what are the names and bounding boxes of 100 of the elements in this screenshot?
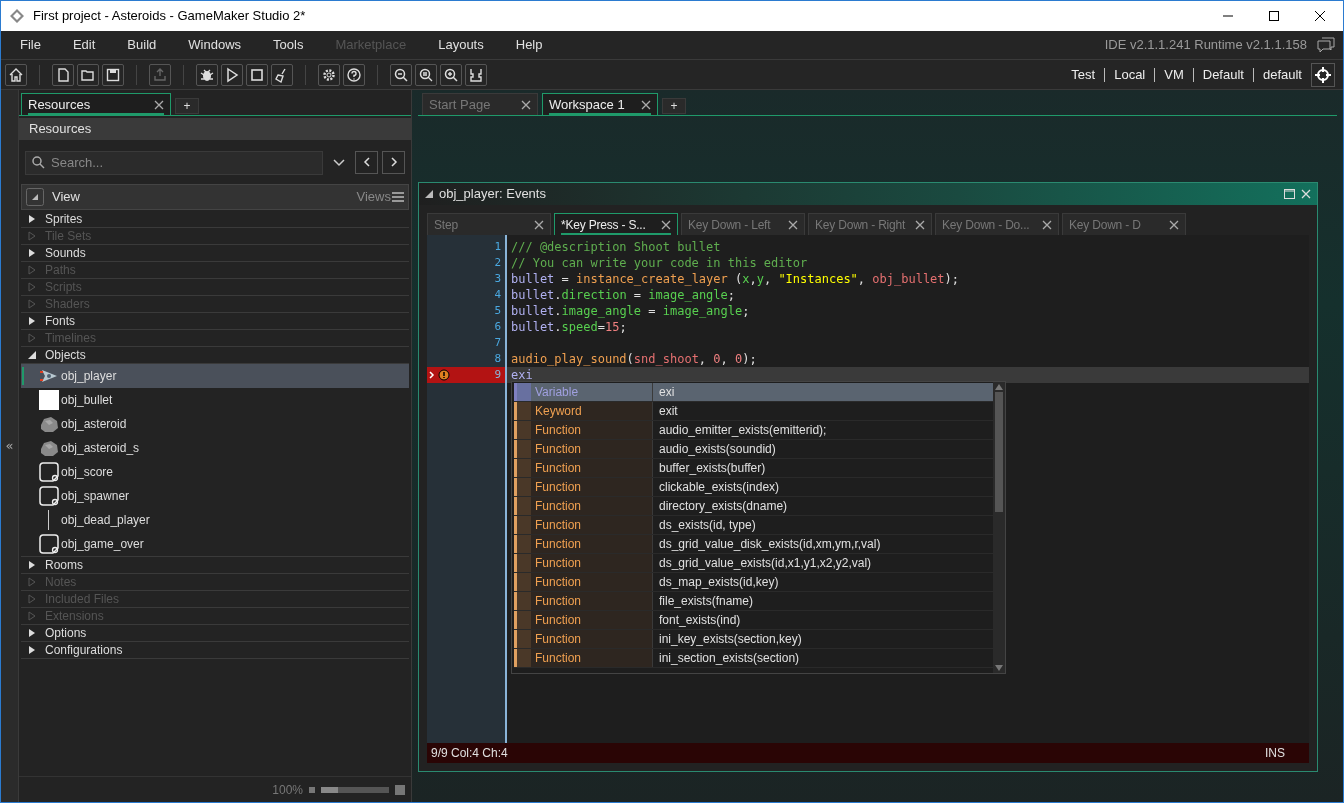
tree-item[interactable]: obj_asteroid: [21, 412, 409, 436]
tree-item[interactable]: Configurations: [21, 642, 409, 659]
line-number: 2: [494, 254, 501, 271]
tree-item[interactable]: obj_bullet: [21, 388, 409, 412]
stop-button[interactable]: [246, 63, 268, 86]
help-button[interactable]: [343, 63, 365, 86]
close-icon[interactable]: [915, 219, 925, 230]
view-label: View: [52, 188, 80, 207]
zoom-in-button[interactable]: [440, 63, 462, 86]
scroll-down-icon[interactable]: [995, 665, 1003, 671]
maximize-icon[interactable]: [1284, 189, 1295, 199]
search-icon: [32, 156, 45, 169]
views-label[interactable]: Views: [356, 187, 391, 207]
zoom-out-button[interactable]: [390, 63, 412, 86]
zoom-in-icon[interactable]: [395, 784, 405, 795]
tree-item[interactable]: obj_spawner: [21, 484, 409, 508]
chat-icon[interactable]: [1317, 37, 1335, 53]
back-button[interactable]: [355, 150, 378, 174]
menu-item[interactable]: Tools: [264, 35, 313, 55]
gamepad-button[interactable]: [465, 63, 487, 86]
completion-item[interactable]: Function audio_exists(soundid): [514, 440, 993, 459]
close-icon[interactable]: [788, 219, 798, 230]
line-number: 9: [494, 366, 501, 383]
build-target-item[interactable]: VM: [1164, 64, 1184, 85]
collapse-sidebar-toggle[interactable]: «: [5, 436, 14, 456]
search-field[interactable]: Search...: [25, 150, 323, 175]
menu-item[interactable]: Build: [118, 35, 166, 55]
scrollbar-thumb[interactable]: [995, 392, 1003, 512]
bug-button[interactable]: [196, 63, 218, 86]
line-number: 8: [494, 350, 501, 367]
menu-item[interactable]: Edit: [63, 35, 105, 55]
add-tab-button[interactable]: +: [662, 98, 686, 114]
close-icon[interactable]: [641, 99, 651, 110]
close-icon[interactable]: [1169, 219, 1179, 230]
chevron-left-icon: [361, 157, 372, 167]
tab[interactable]: Workspace 1: [542, 93, 658, 115]
tree-item[interactable]: obj_player: [21, 364, 409, 388]
completion-item[interactable]: Function ini_section_exists(section): [514, 649, 993, 668]
completion-item[interactable]: Function font_exists(ind): [514, 611, 993, 630]
collapse-icon[interactable]: [425, 190, 433, 198]
completion-item[interactable]: Function ds_grid_value_exists(id,x1,y1,x2,y2,val): [514, 554, 993, 573]
rock-icon: [39, 438, 59, 458]
close-icon[interactable]: [521, 99, 531, 110]
tree-item[interactable]: Sounds: [21, 245, 409, 262]
code-line: bullet.image_angle = image_angle;: [511, 304, 750, 318]
completion-item[interactable]: Function ds_map_exists(id,key): [514, 573, 993, 592]
broom-button[interactable]: [271, 63, 293, 86]
folder-button[interactable]: [77, 63, 99, 86]
completion-item[interactable]: Function file_exists(fname): [514, 592, 993, 611]
tree-item[interactable]: obj_score: [21, 460, 409, 484]
build-target-item[interactable]: Default: [1202, 64, 1244, 85]
close-icon[interactable]: [534, 219, 544, 230]
collapse-all-icon[interactable]: [26, 188, 44, 206]
menu-item[interactable]: File: [11, 35, 50, 55]
menu-item[interactable]: Layouts: [429, 35, 493, 55]
scrollbar[interactable]: [993, 382, 1005, 673]
build-target-item[interactable]: default: [1262, 64, 1302, 85]
home-button[interactable]: [5, 63, 27, 86]
completion-item[interactable]: Keyword exit: [514, 402, 993, 421]
play-button[interactable]: [221, 63, 243, 86]
tree-item[interactable]: obj_dead_player: [21, 508, 409, 532]
blank-object-icon: [39, 486, 59, 506]
forward-button[interactable]: [382, 150, 405, 174]
save-button[interactable]: [102, 63, 124, 86]
settings-button[interactable]: [318, 63, 340, 86]
cursor-position: 9/9 Col:4 Ch:4: [431, 745, 508, 762]
close-icon[interactable]: [661, 219, 671, 230]
help-icon: [345, 65, 363, 84]
build-target-item[interactable]: Test: [1071, 64, 1096, 85]
completion-item[interactable]: Function audio_emitter_exists(emitterid);: [514, 421, 993, 440]
new-file-button[interactable]: [52, 63, 74, 86]
tab[interactable]: Resources: [21, 93, 171, 115]
tree-item[interactable]: obj_game_over: [21, 532, 409, 556]
completion-item[interactable]: Function clickable_exists(index): [514, 478, 993, 497]
tree-item[interactable]: Rooms: [21, 557, 409, 574]
tab[interactable]: *Key Press - S...: [554, 213, 678, 235]
tree-item[interactable]: Sprites: [21, 211, 409, 228]
line-number: 4: [494, 286, 501, 303]
tree-item[interactable]: Fonts: [21, 313, 409, 330]
zoom-reset-button[interactable]: [415, 63, 437, 86]
chevron-right-icon: [388, 157, 399, 167]
completion-item[interactable]: Function ds_exists(id, type): [514, 516, 993, 535]
completion-item[interactable]: Function directory_exists(dname): [514, 497, 993, 516]
tree-item[interactable]: Options: [21, 625, 409, 642]
completion-item[interactable]: Function ds_grid_value_disk_exists(id,xm,ym,r,val): [514, 535, 993, 554]
target-button[interactable]: [1311, 62, 1335, 87]
completion-item[interactable]: Variable exi: [514, 383, 993, 402]
zoom-slider[interactable]: [321, 786, 389, 793]
build-target-item[interactable]: Local: [1114, 64, 1146, 85]
window-title: First project - Asteroids - GameMaker Studio 2*: [33, 7, 306, 26]
add-tab-button[interactable]: +: [175, 98, 199, 114]
menu-icon[interactable]: [392, 192, 404, 202]
menu-item[interactable]: Help: [506, 35, 552, 55]
close-icon[interactable]: [1042, 219, 1052, 230]
menu-item[interactable]: Windows: [179, 35, 251, 55]
close-icon[interactable]: [154, 99, 164, 110]
completion-item[interactable]: Function ini_key_exists(section,key): [514, 630, 993, 649]
tree-item[interactable]: obj_asteroid_s: [21, 436, 409, 460]
zoom-out-icon[interactable]: [309, 786, 315, 793]
completion-item[interactable]: Function buffer_exists(buffer): [514, 459, 993, 478]
